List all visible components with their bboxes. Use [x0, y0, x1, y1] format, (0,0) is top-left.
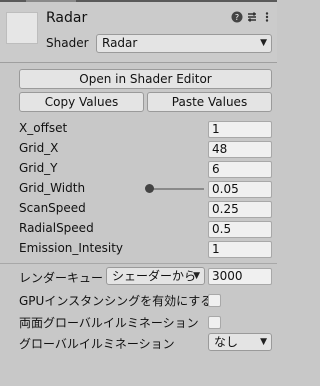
render-queue-field[interactable]: 3000 [208, 268, 272, 285]
x-offset-field[interactable]: 1 [208, 121, 272, 138]
render-queue-label: レンダーキュー [19, 271, 104, 285]
grid-width-label: Grid_Width [19, 181, 86, 195]
preset-icon[interactable] [246, 11, 258, 23]
double-sided-gi-label: 両面グローバルイルミネーション [19, 316, 199, 330]
shader-dropdown[interactable]: Radar ▼ [96, 34, 272, 53]
material-preview-thumbnail [6, 12, 38, 44]
grid-x-label: Grid_X [19, 141, 59, 155]
scan-speed-label: ScanSpeed [19, 201, 86, 215]
grid-width-slider-handle[interactable] [145, 184, 154, 193]
grid-y-label: Grid_Y [19, 161, 58, 175]
radial-speed-field[interactable]: 0.5 [208, 221, 272, 238]
header-divider [0, 62, 277, 63]
emission-intensity-label: Emission_Intesity [19, 241, 124, 255]
chevron-down-icon: ▼ [193, 271, 200, 281]
help-icon[interactable]: ? [231, 11, 243, 23]
shader-label: Shader [46, 36, 89, 50]
radial-speed-label: RadialSpeed [19, 221, 94, 235]
global-illumination-dropdown[interactable]: なし ▼ [208, 333, 272, 351]
chevron-down-icon: ▼ [260, 38, 267, 48]
grid-width-field[interactable]: 0.05 [208, 181, 272, 198]
grid-y-field[interactable]: 6 [208, 161, 272, 178]
material-header: Radar ? Shader Radar ▼ [0, 2, 277, 62]
global-illumination-value: なし [214, 335, 239, 349]
scan-speed-field[interactable]: 0.25 [208, 201, 272, 218]
section-divider [0, 263, 277, 264]
paste-values-button[interactable]: Paste Values [147, 92, 272, 112]
chevron-down-icon: ▼ [260, 337, 267, 347]
more-icon[interactable] [261, 11, 273, 23]
gpu-instancing-label: GPUインスタンシングを有効にする [19, 294, 213, 308]
emission-intensity-field[interactable]: 1 [208, 241, 272, 258]
open-in-shader-editor-button[interactable]: Open in Shader Editor [19, 69, 272, 89]
gpu-instancing-checkbox[interactable] [208, 294, 221, 307]
svg-text:?: ? [235, 13, 239, 22]
render-queue-mode: シェーダーから [112, 269, 197, 283]
global-illumination-label: グローバルイルミネーション [19, 337, 175, 351]
double-sided-gi-checkbox[interactable] [208, 316, 221, 329]
shader-dropdown-value: Radar [102, 36, 138, 50]
x-offset-label: X_offset [19, 121, 68, 135]
copy-values-button[interactable]: Copy Values [19, 92, 144, 112]
header-icons: ? [231, 11, 273, 23]
grid-x-field[interactable]: 48 [208, 141, 272, 158]
material-title: Radar [46, 10, 88, 26]
render-queue-dropdown[interactable]: シェーダーから ▼ [106, 267, 205, 285]
grid-width-slider-track[interactable] [148, 188, 204, 190]
